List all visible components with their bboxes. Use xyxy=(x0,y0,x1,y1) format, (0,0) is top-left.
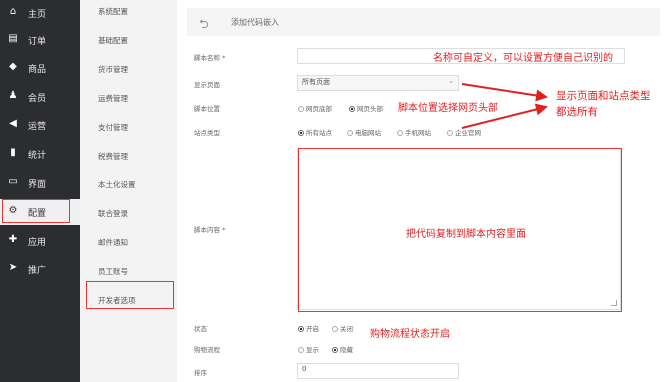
arrow-to-site-type xyxy=(461,103,548,129)
arrow-to-display-page xyxy=(461,83,548,102)
annotation-arrows xyxy=(461,83,548,129)
